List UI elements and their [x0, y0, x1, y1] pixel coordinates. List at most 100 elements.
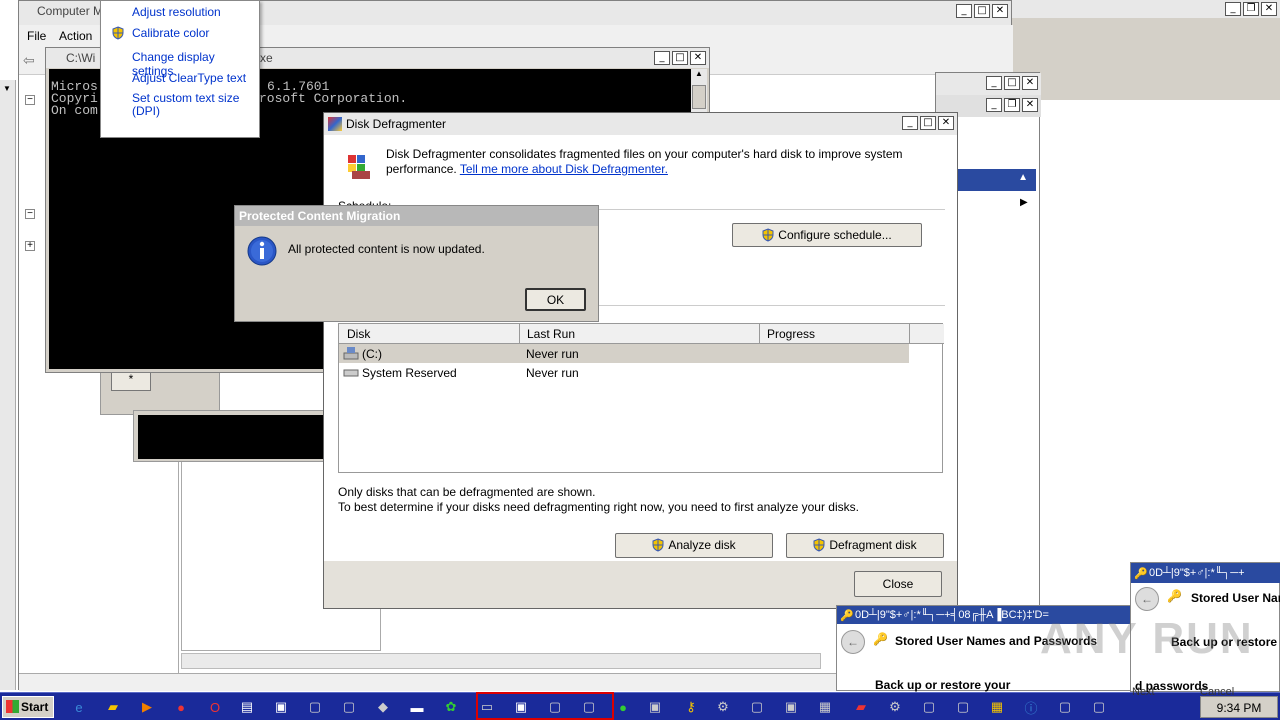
info-icon[interactable]: ⓘ — [1020, 697, 1042, 717]
scroll-thumb[interactable] — [692, 85, 706, 109]
background-dialog-button[interactable]: * — [111, 371, 151, 391]
monitor-icon[interactable]: ▣ — [510, 697, 532, 717]
close-icon[interactable]: ✕ — [938, 116, 954, 130]
minimize-icon[interactable]: _ — [902, 116, 918, 130]
scroll-down-icon[interactable]: ▼ — [3, 84, 11, 93]
minimize-icon[interactable]: _ — [654, 51, 670, 65]
menu-item-custom-text-size[interactable]: Set custom text size (DPI) — [132, 92, 252, 118]
back-arrow-icon[interactable]: ← — [1135, 587, 1159, 611]
task-window-icon[interactable]: ⚙ — [884, 697, 906, 717]
back-arrow-icon[interactable]: ← — [841, 630, 865, 654]
key-icon[interactable]: ⚷ — [680, 697, 702, 717]
minimize-icon[interactable]: _ — [986, 76, 1002, 90]
start-button[interactable]: Start — [2, 696, 54, 718]
cancel-button[interactable]: Cancel — [1200, 686, 1240, 698]
chrome-icon[interactable]: ● — [170, 697, 192, 717]
disk-list[interactable]: Disk Last Run Progress (C:) Never run Sy… — [338, 323, 944, 473]
analyze-disk-button[interactable]: Analyze disk — [615, 533, 773, 558]
menu-item-calibrate-color[interactable]: Calibrate color — [132, 26, 209, 40]
task-window-icon[interactable]: ▣ — [270, 697, 292, 717]
close-icon[interactable]: ✕ — [1261, 2, 1277, 16]
close-icon[interactable]: ✕ — [992, 4, 1008, 18]
task-window-icon[interactable]: ▢ — [578, 697, 600, 717]
table-row[interactable]: System Reserved Never run — [339, 363, 909, 382]
minimize-icon[interactable]: _ — [956, 4, 972, 18]
backup-heading: Back up or restore your — [875, 678, 1011, 692]
close-icon[interactable]: ✕ — [1022, 98, 1038, 112]
column-header-disk[interactable]: Disk — [347, 327, 370, 341]
dialog-title: Protected Content Migration — [239, 209, 401, 223]
defrag-task-icon[interactable]: ▦ — [986, 697, 1008, 717]
task-window-icon[interactable]: ▰ — [850, 697, 872, 717]
task-window-icon[interactable]: ▢ — [1088, 697, 1110, 717]
defragment-disk-button[interactable]: Defragment disk — [786, 533, 944, 558]
collapse-icon[interactable]: − — [25, 95, 35, 105]
menu-item-adjust-resolution[interactable]: Adjust resolution — [132, 5, 221, 19]
document-icon[interactable]: ▤ — [236, 697, 258, 717]
restore-icon[interactable]: ❐ — [1243, 2, 1259, 16]
credential-titlebar[interactable]: 🔑 0D┴|9"$+♂|:*╙┐─+ — [1131, 563, 1280, 583]
key-icon: 🔑 — [840, 610, 854, 622]
clock[interactable]: 9:34 PM — [1200, 696, 1278, 718]
close-icon[interactable]: ✕ — [1022, 76, 1038, 90]
column-header-last-run[interactable]: Last Run — [527, 327, 575, 341]
collapse-icon[interactable]: − — [25, 209, 35, 219]
opera-icon[interactable]: O — [204, 697, 226, 717]
column-separator — [519, 324, 520, 344]
minimize-icon[interactable]: _ — [986, 98, 1002, 112]
restore-icon[interactable]: ❐ — [1004, 98, 1020, 112]
defrag-titlebar[interactable]: Disk Defragmenter _ □ ✕ — [324, 113, 957, 135]
submenu-arrow-icon[interactable]: ▶ — [1020, 197, 1028, 208]
task-window-icon[interactable]: ⚙ — [712, 697, 734, 717]
menu-item-adjust-cleartype[interactable]: Adjust ClearType text — [132, 71, 246, 85]
task-window-icon[interactable]: ✿ — [440, 697, 462, 717]
task-window-icon[interactable]: ▢ — [918, 697, 940, 717]
configure-schedule-button[interactable]: Configure schedule... — [732, 223, 922, 247]
scroll-up-icon[interactable]: ▲ — [691, 69, 707, 78]
vertical-scrollbar[interactable]: ▼ — [0, 80, 16, 690]
task-window-icon[interactable]: ▣ — [644, 697, 666, 717]
task-window-icon[interactable]: ▢ — [544, 697, 566, 717]
media-player-icon[interactable]: ▶ — [136, 697, 158, 717]
mmc-titlebar[interactable]: _ □ ✕ — [936, 73, 1041, 95]
maximize-icon[interactable]: □ — [920, 116, 936, 130]
task-window-icon[interactable]: ▢ — [1054, 697, 1076, 717]
task-window-icon[interactable]: ◆ — [372, 697, 394, 717]
task-window-icon[interactable]: ▢ — [746, 697, 768, 717]
chrome-icon[interactable]: ● — [612, 697, 634, 717]
task-window-icon[interactable]: ▣ — [780, 697, 802, 717]
minimize-icon[interactable]: _ — [1225, 2, 1241, 16]
credential-title: 0D┴|9"$+♂|:*╙┐─+ — [1149, 567, 1245, 579]
actions-header[interactable]: ▲ — [956, 169, 1036, 191]
defragment-disk-label: Defragment disk — [829, 538, 917, 552]
task-window-icon[interactable]: ▦ — [814, 697, 836, 717]
task-window-icon[interactable]: ▭ — [476, 697, 498, 717]
menu-action[interactable]: Action — [59, 29, 92, 43]
ie-icon[interactable]: e — [68, 697, 90, 717]
folder-icon[interactable]: ▰ — [102, 697, 124, 717]
maximize-icon[interactable]: □ — [974, 4, 990, 18]
close-icon[interactable]: ✕ — [690, 51, 706, 65]
collapse-up-icon[interactable]: ▲ — [1018, 172, 1028, 183]
defrag-footer: Close — [324, 561, 957, 608]
expand-icon[interactable]: + — [25, 241, 35, 251]
cmd-icon[interactable]: ▬ — [406, 697, 428, 717]
close-button[interactable]: Close — [854, 571, 942, 597]
maximize-icon[interactable]: □ — [1004, 76, 1020, 90]
column-header-progress[interactable]: Progress — [767, 327, 815, 341]
ok-button[interactable]: OK — [525, 288, 586, 311]
next-button[interactable]: Next — [1132, 686, 1168, 698]
disk-defragmenter-window: Disk Defragmenter _ □ ✕ Disk Defragmenter … — [323, 112, 958, 609]
task-window-icon[interactable]: ▢ — [338, 697, 360, 717]
back-arrow-icon[interactable]: ⇦ — [23, 52, 35, 69]
horizontal-scrollbar[interactable] — [181, 653, 821, 669]
task-window-icon[interactable]: ▢ — [304, 697, 326, 717]
learn-more-link[interactable]: Tell me more about Disk Defragmenter. — [460, 162, 668, 176]
defrag-title: Disk Defragmenter — [346, 117, 447, 131]
menu-file[interactable]: File — [27, 29, 46, 43]
column-separator — [909, 324, 910, 344]
table-row[interactable]: (C:) Never run — [339, 344, 909, 363]
maximize-icon[interactable]: □ — [672, 51, 688, 65]
task-window-icon[interactable]: ▢ — [952, 697, 974, 717]
dialog-titlebar[interactable]: Protected Content Migration — [235, 206, 598, 226]
